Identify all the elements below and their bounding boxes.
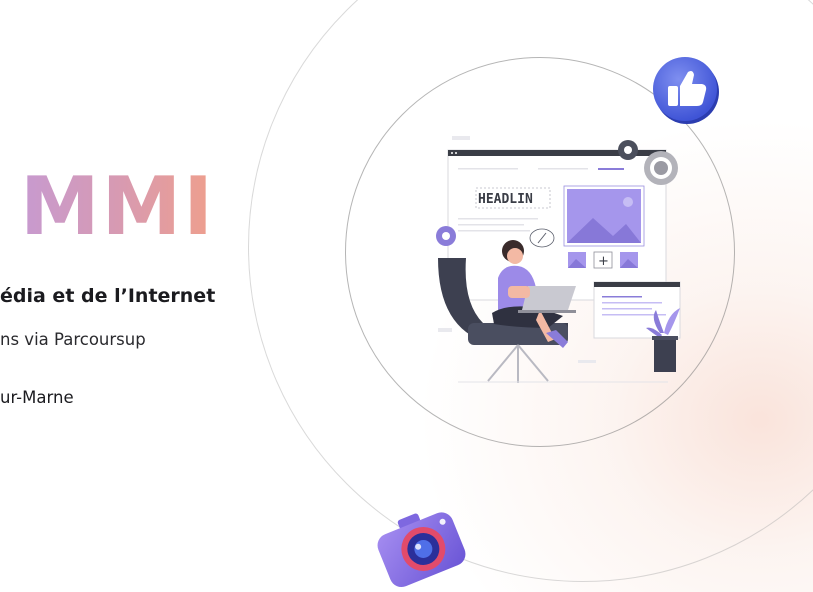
illustration-headline-text: HEADLIN [478,192,533,207]
hero-subtitle: édia et de l’Internet [0,285,216,307]
camera-icon [377,512,466,588]
hero-title: MMI [20,152,215,262]
campus-location: ur-Marne [0,388,74,407]
thumbs-up-icon [653,57,719,124]
web-designer-illustration: HEADLIN + [436,136,681,383]
admission-info: ns via Parcoursup [0,330,146,349]
landing-page: MMI édia et de l’Internet ns via Parcour… [0,0,813,592]
illustration-plus-symbol: + [598,254,609,269]
